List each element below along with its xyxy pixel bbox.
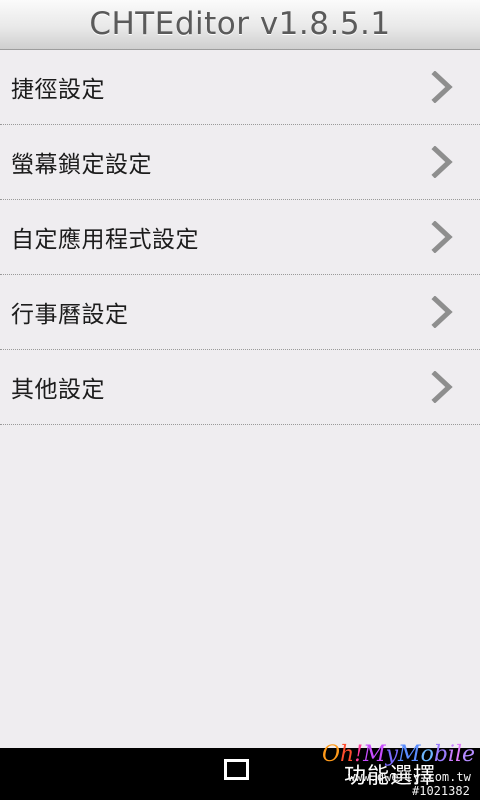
watermark-logo-letter: M [398, 742, 421, 767]
settings-menu: 捷徑設定 螢幕鎖定設定 自定應用程式設定 行事曆設定 其他設定 [0, 50, 480, 425]
watermark-logo-letter: M [363, 742, 386, 767]
chevron-right-icon [431, 146, 453, 178]
watermark-logo-letter: o [420, 742, 434, 767]
watermark-logo-letter: y [385, 742, 399, 767]
menu-item-other-settings[interactable]: 其他設定 [0, 350, 480, 425]
watermark-logo-letter: e [462, 742, 476, 767]
menu-item-calendar-settings[interactable]: 行事曆設定 [0, 275, 480, 350]
watermark-site: www.qwerty.com.tw [348, 770, 471, 784]
menu-item-label: 螢幕鎖定設定 [11, 152, 152, 178]
watermark-logo-letter: b [433, 742, 448, 767]
menu-item-label: 行事曆設定 [11, 302, 129, 328]
menu-item-label: 其他設定 [11, 377, 105, 403]
app-title: CHTEditor v1.8.5.1 [89, 5, 391, 42]
chevron-right-icon [431, 371, 453, 403]
watermark-logo-letter: l [454, 742, 462, 767]
watermark-id: #1021382 [412, 784, 470, 798]
menu-item-label: 捷徑設定 [11, 77, 105, 103]
square-icon[interactable] [224, 759, 249, 780]
title-bar: CHTEditor v1.8.5.1 [0, 0, 480, 50]
watermark-logo-letter: i [447, 742, 455, 767]
watermark-logo: Oh!MyMobile [322, 742, 475, 767]
menu-item-lockscreen-settings[interactable]: 螢幕鎖定設定 [0, 125, 480, 200]
menu-item-label: 自定應用程式設定 [11, 227, 199, 253]
watermark-logo-letter: O [322, 742, 341, 767]
bottom-navigation-bar: 功能選擇 Oh!MyMobile www.qwerty.com.tw #1021… [0, 742, 480, 800]
chevron-right-icon [431, 221, 453, 253]
chevron-right-icon [431, 71, 453, 103]
watermark-logo-letter: ! [354, 742, 364, 767]
menu-item-custom-app-settings[interactable]: 自定應用程式設定 [0, 200, 480, 275]
menu-item-shortcut-settings[interactable]: 捷徑設定 [0, 50, 480, 125]
watermark-logo-letter: h [340, 742, 355, 767]
chevron-right-icon [431, 296, 453, 328]
